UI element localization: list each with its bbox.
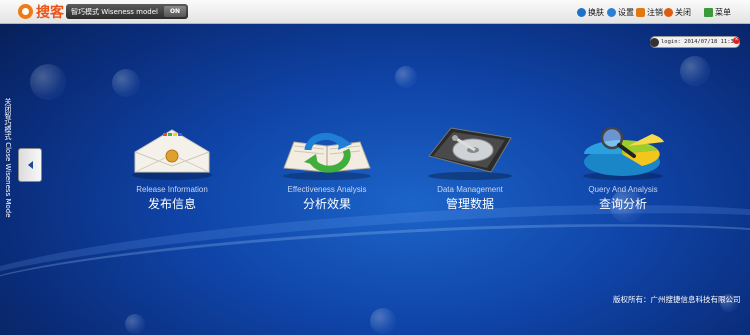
settings-button[interactable]: 设置 <box>607 5 634 19</box>
close-wiseness-mode-label[interactable]: 关闭智巧模式 Close Wiseness Mode <box>3 98 13 218</box>
module-en-title: Release Information <box>136 185 208 194</box>
top-bar: 搜客 智巧模式 Wiseness model ON 换肤 设置 注销 关闭 菜单 <box>0 0 750 24</box>
menu-label: 菜单 <box>715 7 731 17</box>
copyright-text: 版权所有：广州搜捷信息科技有限公司 <box>613 295 741 304</box>
login-text: login: 2014/07/18 11:32 <box>661 39 738 45</box>
close-icon <box>664 7 673 17</box>
decor-bubble <box>395 66 417 88</box>
logout-button[interactable]: 注销 <box>636 5 663 19</box>
pie-magnifier-icon <box>568 120 678 182</box>
decor-bubble <box>370 308 396 334</box>
close-label: 关闭 <box>675 7 691 17</box>
close-button[interactable]: 关闭 <box>664 5 691 19</box>
decor-bubble <box>125 314 145 334</box>
skin-button[interactable]: 换肤 <box>577 5 604 19</box>
menu-icon <box>704 7 713 17</box>
logout-icon <box>636 7 645 17</box>
app-logo: 搜客 <box>18 3 64 21</box>
decor-bubble <box>112 69 140 97</box>
settings-label: 设置 <box>618 7 634 17</box>
logo-icon <box>18 4 33 19</box>
module-en-title: Query And Analysis <box>588 185 658 194</box>
skin-label: 换肤 <box>588 7 604 17</box>
module-zh-title: 查询分析 <box>598 197 647 211</box>
user-icon <box>650 37 659 47</box>
mode-toggle[interactable]: ON <box>164 6 186 17</box>
module-zh-title: 管理数据 <box>445 197 494 211</box>
login-info: login: 2014/07/18 11:32 <box>650 36 740 48</box>
hard-drive-icon <box>415 120 525 182</box>
module-zh-title: 分析效果 <box>302 197 351 211</box>
login-close-icon[interactable]: × <box>733 37 740 44</box>
module-en-title: Data Management <box>437 185 503 194</box>
module-release-information[interactable]: Release Information 发布信息 <box>117 120 227 212</box>
module-en-title: Effectiveness Analysis <box>287 185 367 194</box>
decor-bubble <box>30 64 66 100</box>
module-zh-title: 发布信息 <box>147 197 196 211</box>
logout-label: 注销 <box>647 7 663 17</box>
chevron-left-icon <box>27 161 33 169</box>
envelope-icon <box>117 120 227 182</box>
main-area: login: 2014/07/18 11:32 × 关闭智巧模式 Close W… <box>0 24 750 335</box>
skin-icon <box>577 7 586 17</box>
menu-button[interactable]: 菜单 <box>704 5 731 19</box>
sidebar-toggle-button[interactable] <box>18 148 42 182</box>
module-data-management[interactable]: Data Management 管理数据 <box>415 120 525 212</box>
book-refresh-icon <box>272 120 382 182</box>
module-effectiveness-analysis[interactable]: Effectiveness Analysis 分析效果 <box>272 120 382 212</box>
module-query-and-analysis[interactable]: Query And Analysis 查询分析 <box>568 120 678 212</box>
gear-icon <box>607 7 616 17</box>
decor-bubble <box>680 56 710 86</box>
mode-label: 智巧模式 Wiseness model <box>71 7 158 16</box>
logo-text: 搜客 <box>36 4 64 21</box>
wiseness-mode-switch[interactable]: 智巧模式 Wiseness model ON <box>66 4 188 19</box>
